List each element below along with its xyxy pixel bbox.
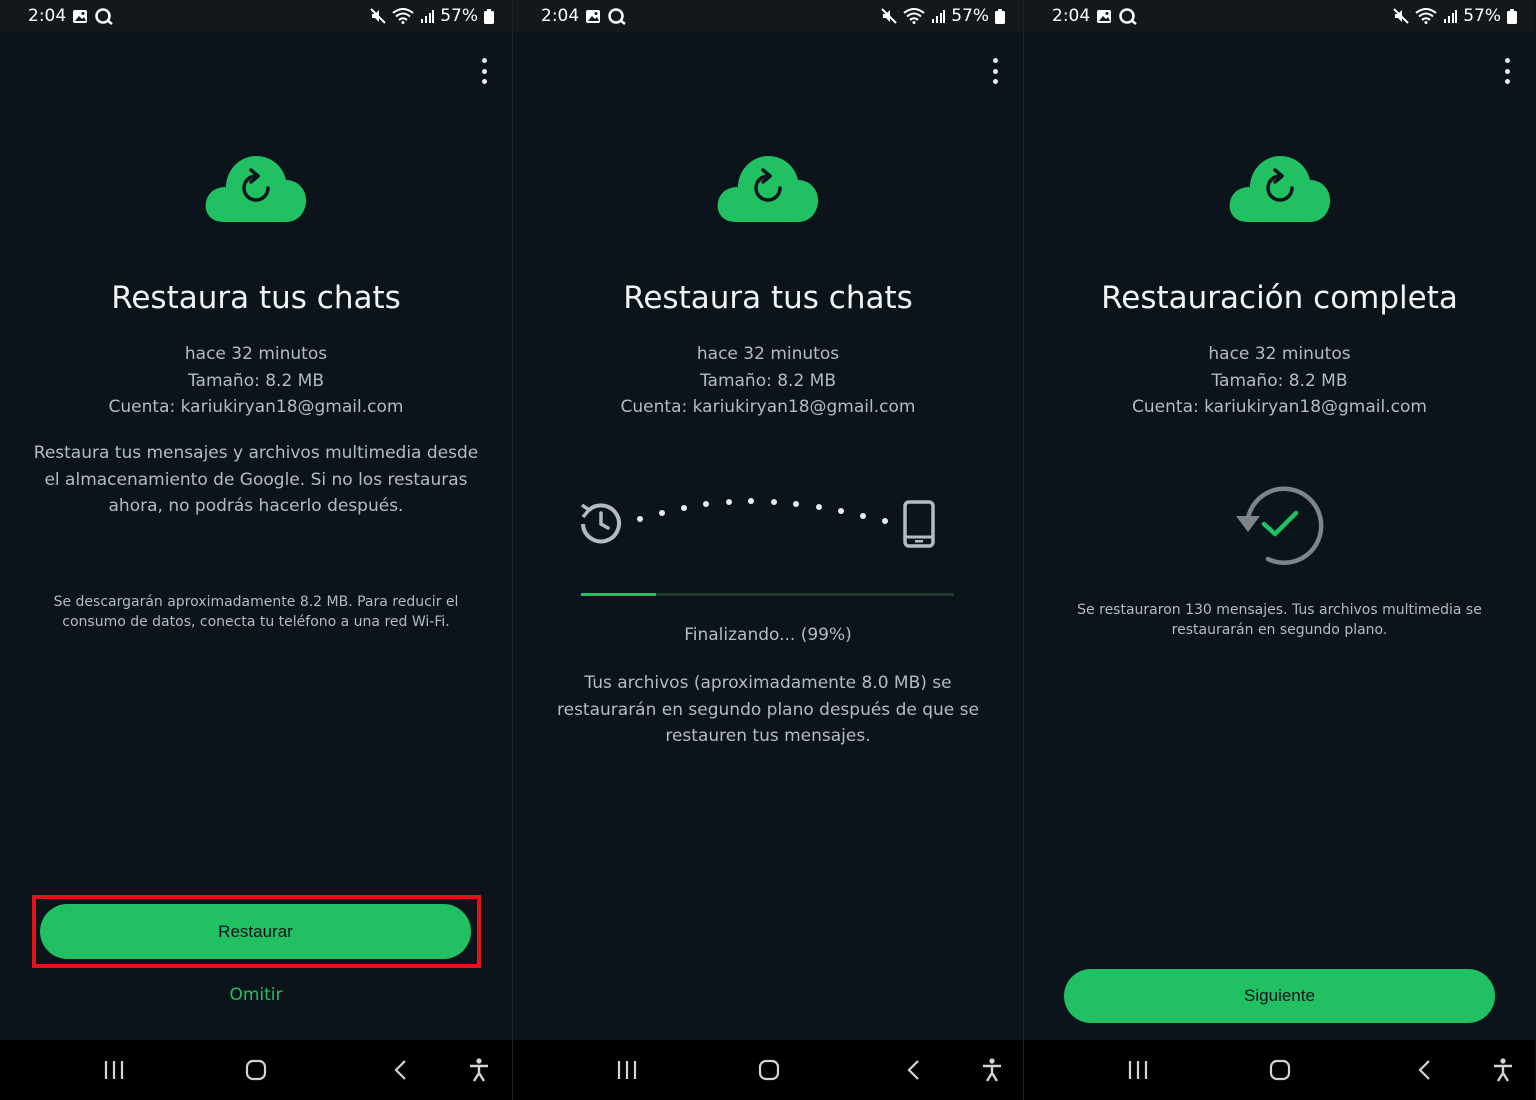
gallery-icon (72, 9, 88, 24)
restore-description: Restaura tus mensajes y archivos multime… (33, 443, 479, 516)
overflow-menu-icon[interactable] (478, 58, 490, 84)
battery-percent: 57% (951, 6, 989, 26)
battery-percent: 57% (440, 6, 478, 26)
restore-button[interactable]: Restaurar (40, 904, 471, 959)
transfer-animation (580, 498, 935, 548)
status-time: 2:04 (28, 6, 67, 26)
gallery-icon (585, 9, 601, 24)
battery-icon (995, 8, 1005, 24)
battery-percent: 57% (1463, 6, 1501, 26)
accessibility-icon[interactable] (974, 1040, 1010, 1100)
mute-icon (881, 8, 897, 24)
backup-account: Cuenta: kariukiryan18@gmail.com (620, 397, 916, 417)
page-title: Restaura tus chats (623, 280, 913, 316)
history-icon (580, 503, 621, 544)
back-icon[interactable] (1406, 1040, 1442, 1100)
progress-status: Finalizando... (99%) (684, 625, 852, 645)
page-title: Restauración completa (1101, 280, 1458, 316)
status-bar: 2:04 57% (513, 0, 1023, 32)
data-usage-note: Se descargarán aproximadamente 8.2 MB. P… (53, 594, 459, 630)
backup-account: Cuenta: kariukiryan18@gmail.com (108, 397, 404, 417)
signal-icon (931, 9, 946, 23)
battery-icon (1507, 8, 1517, 24)
restore-summary: Se restauraron 130 mensajes. Tus archivo… (1077, 602, 1482, 638)
overflow-menu-icon[interactable] (1501, 58, 1513, 84)
nav-bar (0, 1040, 512, 1100)
loop-icon (94, 7, 114, 25)
home-icon[interactable] (238, 1040, 274, 1100)
mute-icon (370, 8, 386, 24)
status-time: 2:04 (541, 6, 580, 26)
backup-info: hace 32 minutos Tamaño: 8.2 MB Cuenta: k… (513, 341, 1023, 421)
status-bar: 2:04 57% (1024, 0, 1535, 32)
battery-icon (484, 8, 494, 24)
screen-restoring: 2:04 57% Restaura tus chats hace 32 minu… (512, 0, 1023, 1100)
back-icon[interactable] (382, 1040, 418, 1100)
cloud-restore-icon (204, 150, 308, 228)
backup-size: Tamaño: 8.2 MB (699, 370, 837, 391)
screen-restore-prompt: 2:04 57% Restaura tus chats hace 32 minu… (0, 0, 512, 1100)
home-icon[interactable] (1262, 1040, 1298, 1100)
recents-icon[interactable] (1120, 1040, 1156, 1100)
page-title: Restaura tus chats (111, 280, 401, 316)
backup-info: hace 32 minutos Tamaño: 8.2 MB Cuenta: k… (0, 341, 512, 421)
phone-icon (903, 500, 935, 548)
nav-bar (1024, 1040, 1535, 1100)
status-bar: 2:04 57% (0, 0, 512, 32)
nav-bar (513, 1040, 1023, 1100)
back-icon[interactable] (895, 1040, 931, 1100)
loop-icon (1118, 7, 1138, 25)
screen-restore-complete: 2:04 57% Restauración completa hace 32 m… (1023, 0, 1535, 1100)
home-icon[interactable] (751, 1040, 787, 1100)
restore-progress-bar (581, 593, 954, 596)
backup-size: Tamaño: 8.2 MB (1211, 370, 1348, 391)
recents-icon[interactable] (609, 1040, 645, 1100)
status-time: 2:04 (1052, 6, 1091, 26)
overflow-menu-icon[interactable] (989, 58, 1001, 84)
backup-time: hace 32 minutos (696, 344, 840, 364)
backup-time: hace 32 minutos (184, 344, 328, 364)
accessibility-icon[interactable] (461, 1040, 497, 1100)
signal-icon (420, 9, 435, 23)
skip-link[interactable]: Omitir (0, 985, 512, 1005)
accessibility-icon[interactable] (1485, 1040, 1521, 1100)
restore-complete-check-icon (1236, 486, 1324, 565)
transfer-dots (637, 498, 888, 524)
next-button[interactable]: Siguiente (1064, 969, 1495, 1023)
restore-progress-fill (581, 593, 656, 596)
wifi-icon (1415, 8, 1437, 24)
signal-icon (1443, 9, 1458, 23)
backup-time: hace 32 minutos (1208, 344, 1351, 364)
background-restore-note: Tus archivos (aproximadamente 8.0 MB) se… (557, 673, 979, 746)
recents-icon[interactable] (96, 1040, 132, 1100)
loop-icon (607, 7, 627, 25)
backup-account: Cuenta: kariukiryan18@gmail.com (1132, 397, 1427, 417)
gallery-icon (1096, 9, 1112, 24)
wifi-icon (392, 8, 414, 24)
wifi-icon (903, 8, 925, 24)
backup-info: hace 32 minutos Tamaño: 8.2 MB Cuenta: k… (1024, 341, 1535, 421)
mute-icon (1393, 8, 1409, 24)
cloud-restore-icon (1228, 150, 1332, 228)
cloud-restore-icon (716, 150, 820, 228)
backup-size: Tamaño: 8.2 MB (187, 370, 325, 391)
